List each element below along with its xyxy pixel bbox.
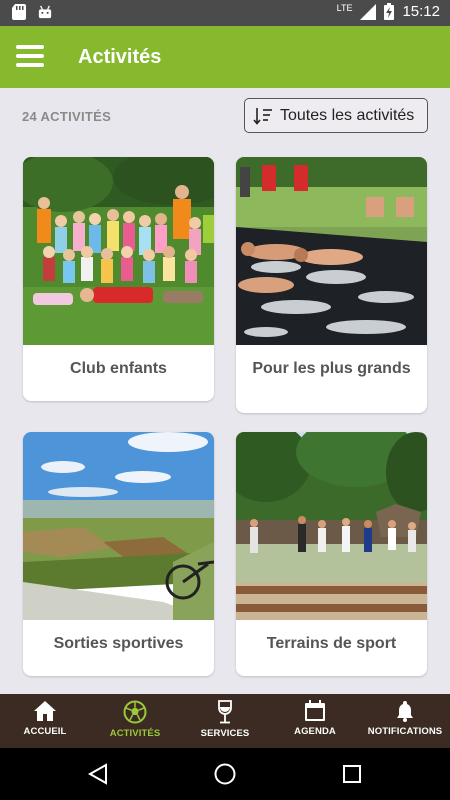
wine-glass-icon xyxy=(218,700,232,724)
tab-label: ACTIVITÉS xyxy=(109,728,161,739)
page-title: Activités xyxy=(78,46,162,68)
activity-card-pour-les-plus-grands[interactable]: Pour les plus grands xyxy=(236,157,427,413)
card-title: Terrains de sport xyxy=(266,635,397,652)
bell-icon xyxy=(397,701,413,722)
tab-services[interactable]: SERVICES xyxy=(180,694,270,748)
activity-count: 24 ACTIVITÉS xyxy=(22,109,112,124)
calendar-icon xyxy=(305,700,325,721)
system-navigation-bar xyxy=(0,748,450,800)
card-title: Sorties sportives xyxy=(53,635,184,652)
activity-card-terrains-de-sport[interactable]: Terrains de sport xyxy=(236,432,427,676)
filter-label: Toutes les activités xyxy=(280,106,415,124)
signal-icon xyxy=(360,3,377,20)
tab-activites[interactable]: ACTIVITÉS xyxy=(90,694,180,748)
activity-card-sorties-sportives[interactable]: Sorties sportives xyxy=(23,432,214,676)
battery-charging-icon xyxy=(384,3,395,20)
sd-card-icon xyxy=(12,4,26,20)
card-title: Club enfants xyxy=(70,360,167,377)
tab-accueil[interactable]: ACCUEIL xyxy=(0,694,90,748)
clock: 15:12 xyxy=(402,3,440,20)
card-title: Pour les plus grands xyxy=(252,360,411,377)
android-icon xyxy=(38,5,52,19)
network-type: LTE xyxy=(336,2,353,13)
tab-label: ACCUEIL xyxy=(23,726,67,737)
bottom-navigation: ACCUEIL ACTIVITÉS SERVICES AGENDA NOTIFI… xyxy=(0,694,450,748)
activity-card-club-enfants[interactable]: Club enfants xyxy=(23,157,214,401)
recents-icon[interactable] xyxy=(340,762,364,786)
card-image-sports-field xyxy=(236,432,427,620)
home-icon xyxy=(34,701,56,721)
card-image-water-slide xyxy=(236,157,427,345)
soccer-ball-icon xyxy=(123,700,147,724)
tab-label: AGENDA xyxy=(294,726,336,737)
tab-label: SERVICES xyxy=(200,728,250,739)
back-icon[interactable] xyxy=(86,762,110,786)
card-image-group-of-children xyxy=(23,157,214,345)
filter-button[interactable]: Toutes les activités xyxy=(244,98,428,133)
status-bar: LTE 15:12 xyxy=(0,0,450,26)
activities-list[interactable]: 24 ACTIVITÉS Toutes les activités Club e… xyxy=(0,88,450,694)
sort-icon xyxy=(253,107,272,125)
tab-label: NOTIFICATIONS xyxy=(367,726,443,737)
hamburger-menu-icon[interactable] xyxy=(16,45,44,69)
app-bar: Activités xyxy=(0,26,450,88)
card-image-valley-landscape-bike xyxy=(23,432,214,620)
tab-agenda[interactable]: AGENDA xyxy=(270,694,360,748)
tab-notifications[interactable]: NOTIFICATIONS xyxy=(360,694,450,748)
home-circle-icon[interactable] xyxy=(213,762,237,786)
